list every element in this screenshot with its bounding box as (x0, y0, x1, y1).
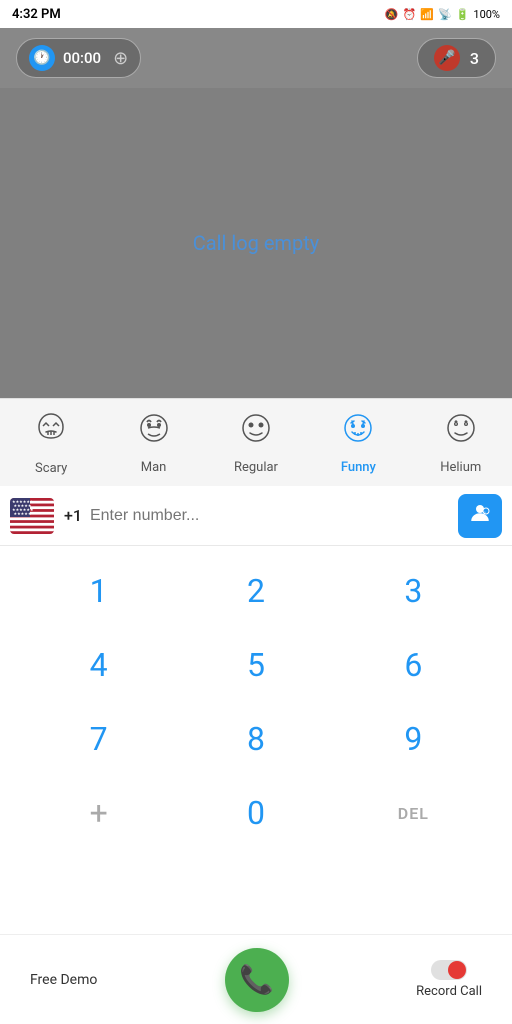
funny-label: Funny (341, 460, 376, 475)
dialpad-row-2: 4 5 6 (20, 630, 492, 700)
dial-key-5[interactable]: 5 (206, 630, 306, 700)
funny-icon (340, 410, 376, 454)
dial-key-plus[interactable]: + (49, 778, 149, 848)
toggle-thumb (448, 961, 466, 979)
voice-effect-scary[interactable]: Scary (6, 410, 96, 476)
phone-number-input[interactable] (90, 507, 450, 525)
voice-effect-funny[interactable]: Funny (313, 410, 403, 475)
status-icons: 🔕 ⏰ 📶 📡 🔋 100% (385, 8, 500, 21)
voice-effect-bar: Scary Man Regular (0, 398, 512, 486)
mic-pill[interactable]: 🎤 3 (417, 38, 496, 78)
helium-label: Helium (440, 460, 481, 475)
dialpad-row-4: + 0 DEL (20, 778, 492, 848)
top-bar: 🕐 00:00 ⊕ 🎤 3 (0, 28, 512, 88)
dial-key-1[interactable]: 1 (49, 556, 149, 626)
battery-percent: 100% (473, 8, 500, 21)
status-bar: 4:32 PM 🔕 ⏰ 📶 📡 🔋 100% (0, 0, 512, 28)
voice-effect-helium[interactable]: Helium (416, 410, 506, 475)
call-button[interactable]: 📞 (225, 948, 289, 1012)
dial-key-4[interactable]: 4 (49, 630, 149, 700)
timer-pill[interactable]: 🕐 00:00 ⊕ (16, 38, 141, 78)
timer-value: 00:00 (63, 49, 101, 67)
signal-icon: 📶 (420, 8, 434, 21)
toggle-track (431, 960, 467, 980)
helium-icon (443, 410, 479, 454)
man-icon (136, 410, 172, 454)
number-input-row: ★★★★★★ ★★★★★ ★★★★★★ ★★★★★ +1 ♪ (0, 486, 512, 546)
timer-plus-icon[interactable]: ⊕ (113, 48, 128, 69)
timer-icon: 🕐 (29, 45, 55, 71)
call-log-empty-message: Call log empty (193, 231, 319, 255)
regular-icon (238, 410, 274, 454)
call-log-area: Call log empty (0, 88, 512, 398)
dial-key-9[interactable]: 9 (363, 704, 463, 774)
scary-label: Scary (35, 461, 67, 476)
voice-effect-regular[interactable]: Regular (211, 410, 301, 475)
country-flag[interactable]: ★★★★★★ ★★★★★ ★★★★★★ ★★★★★ (10, 498, 54, 534)
dialpad: 1 2 3 4 5 6 7 8 9 + 0 DEL (0, 546, 512, 848)
record-toggle[interactable] (431, 960, 467, 980)
svg-text:★★★★★: ★★★★★ (14, 511, 32, 516)
man-label: Man (141, 460, 167, 475)
voice-effect-man[interactable]: Man (109, 410, 199, 475)
scary-icon (33, 410, 69, 455)
mic-icon: 🎤 (434, 45, 460, 71)
battery-icon: 🔋 (456, 8, 470, 21)
dial-key-0[interactable]: 0 (206, 778, 306, 848)
notification-icon: 🔕 (385, 8, 399, 21)
status-time: 4:32 PM (12, 7, 61, 22)
alarm-icon: ⏰ (403, 8, 417, 21)
dial-key-2[interactable]: 2 (206, 556, 306, 626)
dial-key-del[interactable]: DEL (363, 778, 463, 848)
dialpad-row-3: 7 8 9 (20, 704, 492, 774)
dial-key-3[interactable]: 3 (363, 556, 463, 626)
contacts-icon: ♪ (468, 501, 492, 530)
mic-count: 3 (470, 49, 479, 68)
dialpad-row-1: 1 2 3 (20, 556, 492, 626)
contacts-button[interactable]: ♪ (458, 494, 502, 538)
record-call-label: Record Call (416, 984, 482, 999)
record-call-container[interactable]: Record Call (416, 960, 482, 999)
country-code: +1 (64, 506, 82, 525)
dial-key-8[interactable]: 8 (206, 704, 306, 774)
bottom-bar: Free Demo 📞 Record Call (0, 934, 512, 1024)
call-icon: 📞 (239, 963, 274, 996)
dial-key-7[interactable]: 7 (49, 704, 149, 774)
free-demo-button[interactable]: Free Demo (30, 972, 97, 988)
wifi-icon: 📡 (438, 8, 452, 21)
dial-key-6[interactable]: 6 (363, 630, 463, 700)
regular-label: Regular (234, 460, 278, 475)
